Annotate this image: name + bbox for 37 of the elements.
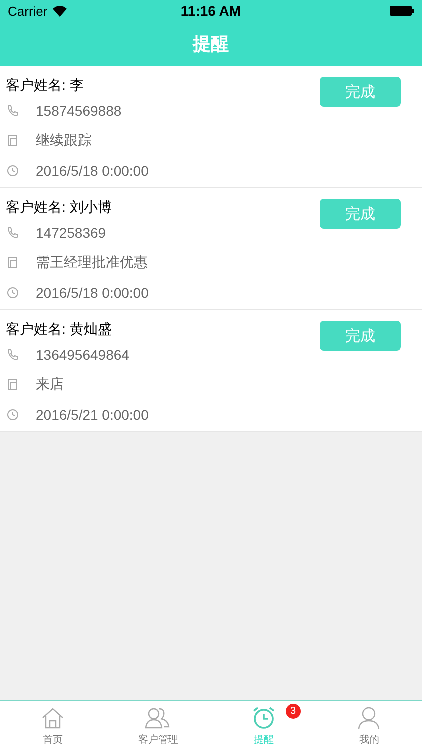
tab-item[interactable]: 客户管理 [106,701,211,750]
screen-title: 提醒 [193,33,229,56]
clock-time: 11:16 AM [180,3,242,19]
clock-icon [6,408,20,422]
note-icon [6,134,20,148]
phone-number: 147258369 [36,225,106,241]
tab-label: 客户管理 [138,734,178,746]
tab-label: 首页 [42,734,63,746]
clock-icon [6,286,20,300]
reminder-time: 2016/5/21 0:00:00 [36,407,149,423]
phone-number: 15874569888 [36,103,122,119]
reminder-note: 需王经理批准优惠 [36,254,148,272]
customer-name: 客户姓名: 刘小博 [6,198,113,217]
tab-item[interactable]: 我的 [316,701,422,750]
notification-badge: 3 [286,704,301,719]
tab-item[interactable]: 首页 [0,701,106,750]
tab-item[interactable]: 提醒 3 [211,701,316,750]
note-icon [6,256,20,270]
alarm-clock-icon [250,704,277,730]
clock-icon [6,164,20,178]
person-icon [356,704,382,730]
customer-name: 客户姓名: 黄灿盛 [6,320,113,339]
reminder-time: 2016/5/18 0:00:00 [36,285,149,301]
reminder-note: 来店 [36,376,64,394]
reminder-time: 2016/5/18 0:00:00 [36,163,149,179]
wifi-icon [52,6,67,16]
phone-icon [6,226,20,240]
phone-icon [6,348,20,362]
phone-number: 136495649864 [36,347,130,363]
carrier-name: Carrier [8,4,48,18]
customer-name: 客户姓名: 李 [6,76,85,95]
tab-label: 我的 [359,734,380,746]
reminder-note: 继续跟踪 [36,132,92,150]
note-icon [6,378,20,392]
phone-icon [6,104,20,118]
tab-label: 提醒 [254,734,274,746]
battery-icon [390,6,414,16]
